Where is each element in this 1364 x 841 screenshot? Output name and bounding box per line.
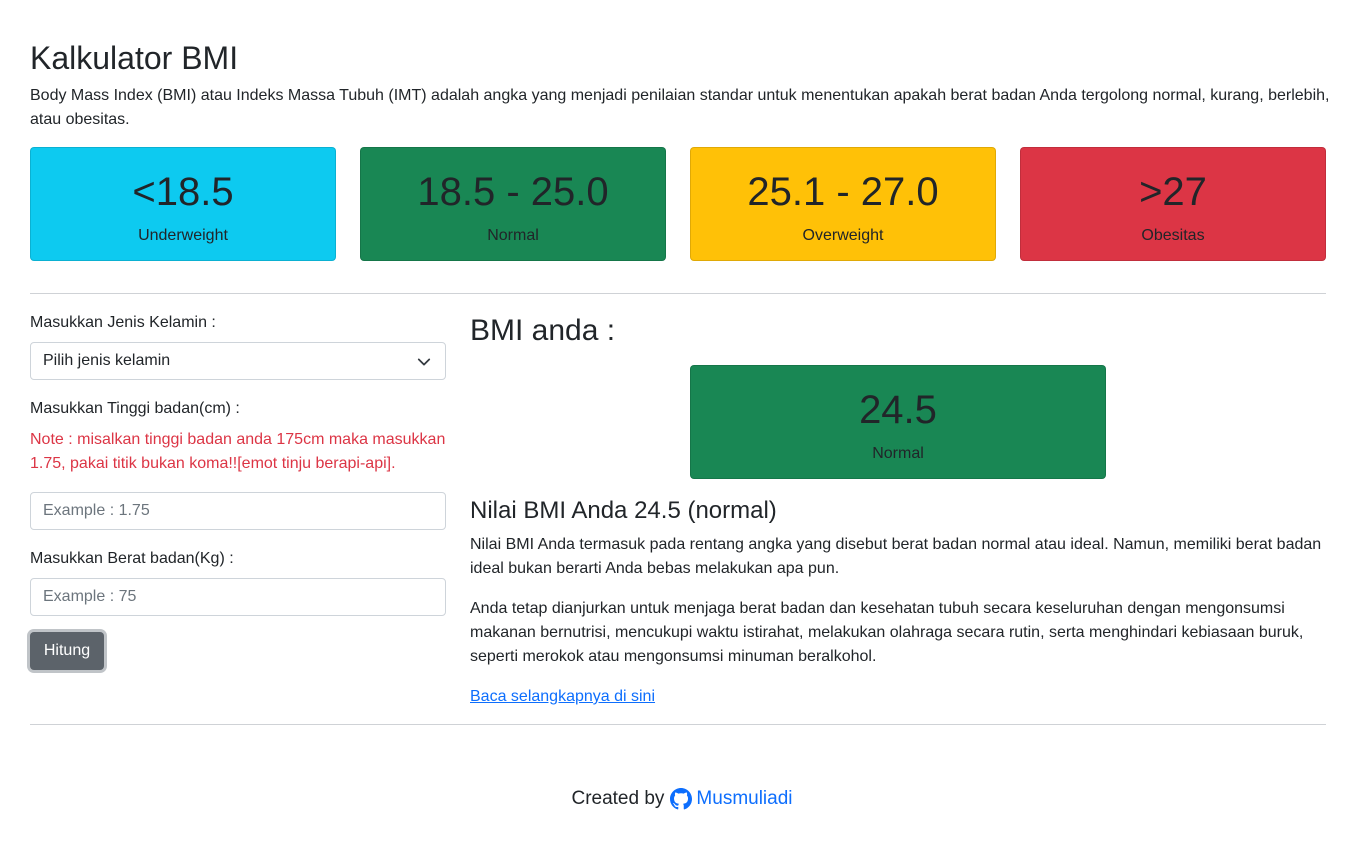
weight-label: Masukkan Berat badan(Kg) : bbox=[30, 550, 234, 567]
category-range: >27 bbox=[1139, 170, 1207, 214]
category-label: Normal bbox=[487, 227, 539, 244]
result-title: BMI anda : bbox=[470, 314, 616, 347]
category-label: Underweight bbox=[138, 227, 228, 244]
height-label: Masukkan Tinggi badan(cm) : bbox=[30, 400, 240, 417]
category-range: <18.5 bbox=[132, 170, 234, 214]
chevron-down-icon bbox=[417, 358, 431, 366]
category-card-underweight: <18.5 Underweight bbox=[30, 147, 336, 261]
category-card-overweight: 25.1 - 27.0 Overweight bbox=[690, 147, 996, 261]
intro-text: Body Mass Index (BMI) atau Indeks Massa … bbox=[30, 87, 1330, 128]
result-paragraph-2: Anda tetap dianjurkan untuk menjaga bera… bbox=[470, 600, 1304, 665]
gender-select-value: Pilih jenis kelamin bbox=[43, 352, 171, 369]
category-card-obesitas: >27 Obesitas bbox=[1020, 147, 1326, 261]
page-title: Kalkulator BMI bbox=[30, 40, 239, 76]
read-more-link[interactable]: Baca selangkapnya di sini bbox=[470, 685, 655, 709]
section-divider bbox=[30, 293, 1326, 294]
result-paragraph-1: Nilai BMI Anda termasuk pada rentang ang… bbox=[470, 536, 1322, 577]
result-value: 24.5 bbox=[859, 388, 937, 432]
gender-select[interactable]: Pilih jenis kelamin bbox=[30, 342, 446, 380]
result-category: Normal bbox=[872, 445, 924, 462]
author-link[interactable]: Musmuliadi bbox=[696, 788, 792, 810]
footer-created-by: Created by bbox=[571, 788, 665, 809]
height-note: Note : misalkan tinggi badan anda 175cm … bbox=[30, 431, 446, 472]
category-label: Obesitas bbox=[1141, 227, 1205, 244]
result-heading: Nilai BMI Anda 24.5 (normal) bbox=[470, 497, 777, 524]
category-card-normal: 18.5 - 25.0 Normal bbox=[360, 147, 666, 261]
result-card: 24.5 Normal bbox=[690, 365, 1106, 479]
height-input[interactable] bbox=[30, 492, 446, 530]
category-range: 18.5 - 25.0 bbox=[417, 170, 609, 214]
footer-divider bbox=[30, 724, 1326, 725]
category-range: 25.1 - 27.0 bbox=[747, 170, 939, 214]
bmi-category-cards: <18.5 Underweight 18.5 - 25.0 Normal 25.… bbox=[30, 147, 1326, 261]
footer: Created by Musmuliadi bbox=[0, 788, 1364, 810]
gender-label: Masukkan Jenis Kelamin : bbox=[30, 314, 216, 331]
github-icon[interactable] bbox=[670, 788, 693, 810]
calculate-button[interactable]: Hitung bbox=[30, 632, 104, 670]
category-label: Overweight bbox=[802, 227, 884, 244]
weight-input[interactable] bbox=[30, 578, 446, 616]
